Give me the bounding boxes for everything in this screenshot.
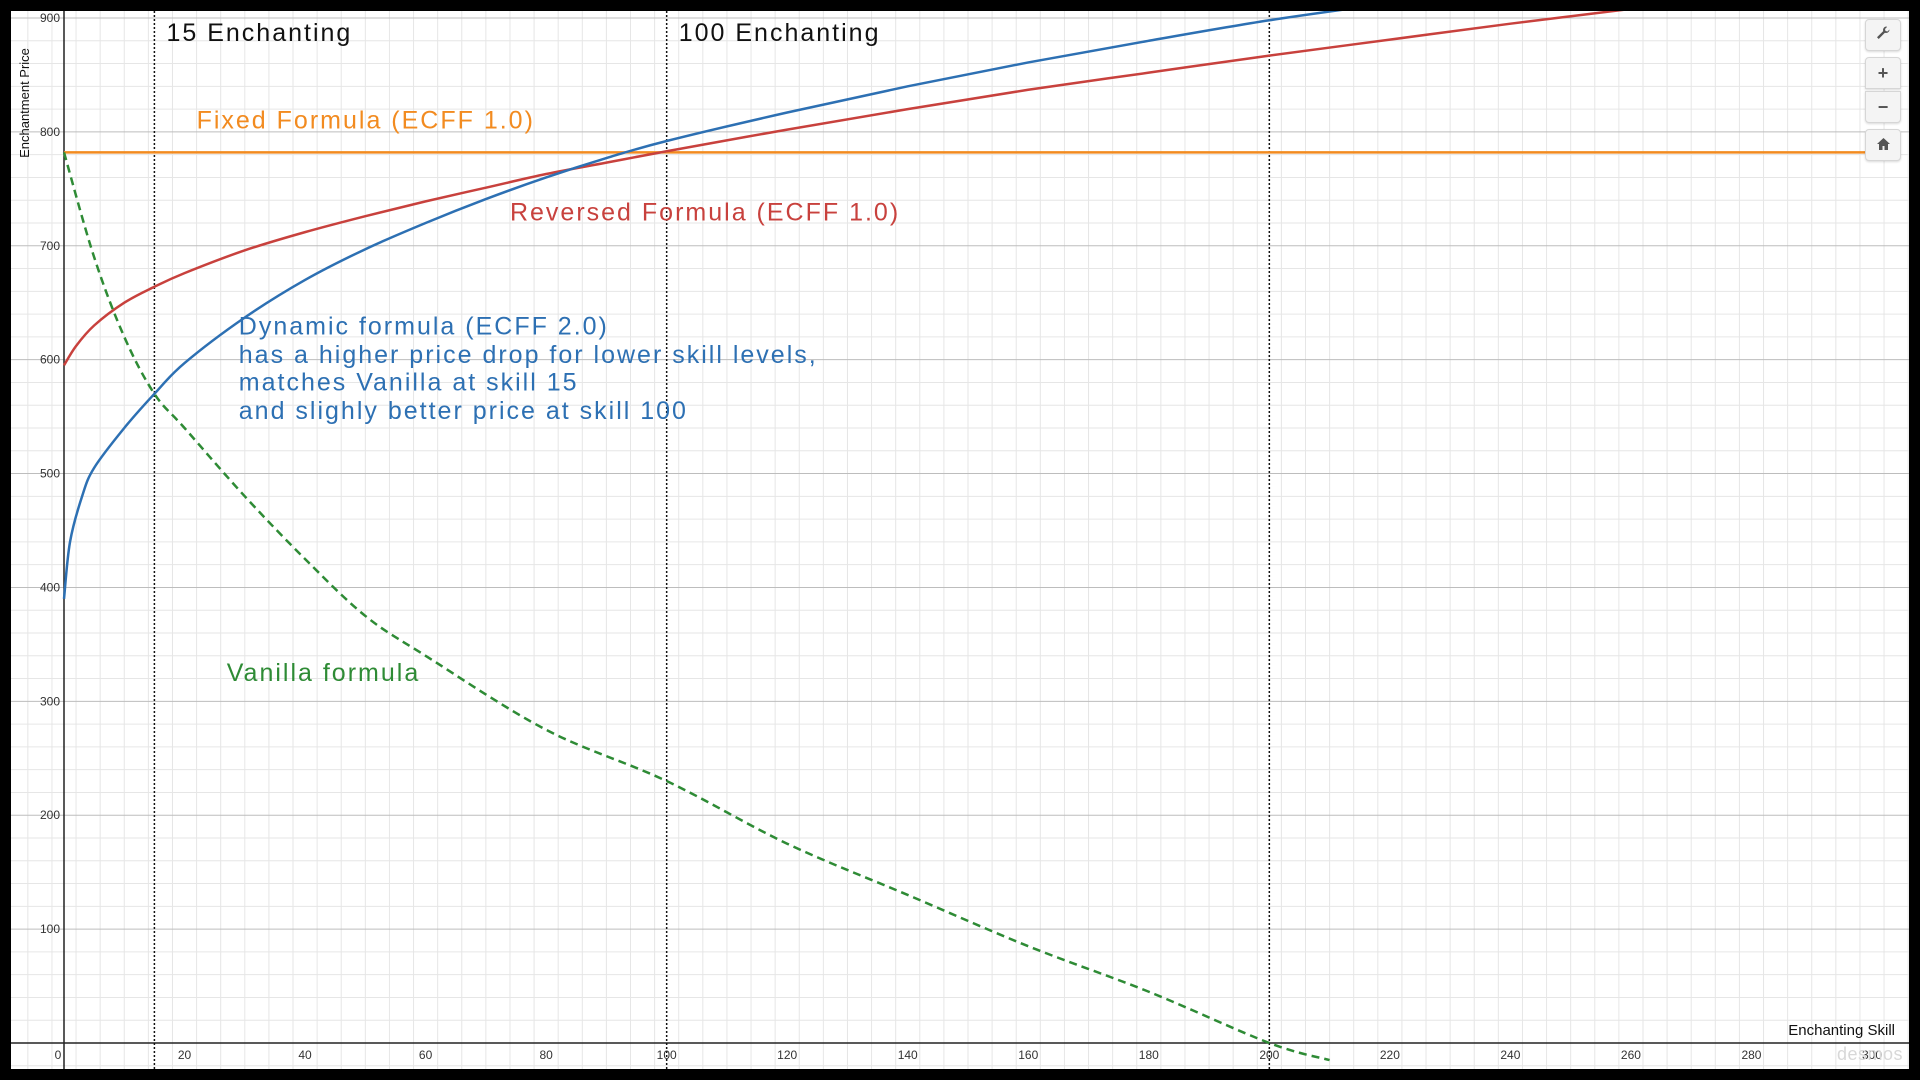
- series-vanilla-line: [62, 152, 1330, 1062]
- home-button[interactable]: [1865, 129, 1901, 161]
- wrench-icon: [1875, 25, 1891, 46]
- y-tick-label: 600: [40, 353, 60, 367]
- zoom-out-button[interactable]: −: [1865, 91, 1901, 123]
- annotation-dyn1: Dynamic formula (ECFF 2.0): [239, 313, 609, 341]
- y-tick-label: 500: [40, 467, 60, 481]
- y-tick-label: 700: [40, 239, 60, 253]
- y-tick-label: 400: [40, 580, 60, 594]
- annotation-vanilla: Vanilla formula: [227, 659, 421, 687]
- reference-lines: [153, 11, 1271, 1069]
- x-tick-label: 200: [1259, 1048, 1279, 1062]
- annotation-dyn2: has a higher price drop for lower skill …: [239, 341, 818, 369]
- x-tick-label: 140: [898, 1048, 918, 1062]
- x-tick-label: 60: [419, 1048, 433, 1062]
- x-tick-label: 280: [1741, 1048, 1761, 1062]
- major-grid: [11, 17, 1909, 1044]
- tick-labels: 0 20 40 60 80 100 120 140 160 180 200 220 240 260 280 3…: [40, 11, 1882, 1062]
- x-tick-label: 0: [55, 1048, 62, 1062]
- y-axis-label: Enchantment Price: [17, 48, 32, 158]
- x-tick-label: 20: [178, 1048, 192, 1062]
- graph-toolbar: + −: [1865, 19, 1901, 161]
- annotation-reversed: Reversed Formula (ECFF 1.0): [510, 199, 900, 227]
- y-tick-label: 300: [40, 694, 60, 708]
- x-tick-label: 100: [657, 1048, 677, 1062]
- x-tick-label: 120: [777, 1048, 797, 1062]
- annotation-fixed: Fixed Formula (ECFF 1.0): [197, 106, 535, 134]
- annotations: 15 Enchanting 100 Enchanting Fixed Formula…: [166, 19, 900, 687]
- x-tick-label: 260: [1621, 1048, 1641, 1062]
- x-tick-label: 40: [298, 1048, 312, 1062]
- y-tick-label: 800: [40, 125, 60, 139]
- minor-grid: [11, 11, 1909, 1069]
- zoom-controls: + −: [1865, 57, 1901, 123]
- x-tick-label: 240: [1500, 1048, 1520, 1062]
- annotation-100: 100 Enchanting: [679, 19, 881, 47]
- settings-button[interactable]: [1865, 19, 1901, 51]
- home-icon: [1876, 135, 1891, 156]
- x-tick-label: 80: [539, 1048, 553, 1062]
- chart[interactable]: 0 20 40 60 80 100 120 140 160 180 200 220 240 260 280 3…: [11, 11, 1909, 1069]
- x-tick-label: 220: [1380, 1048, 1400, 1062]
- watermark: desmos: [1836, 1044, 1903, 1064]
- y-tick-label: 100: [40, 922, 60, 936]
- zoom-in-button[interactable]: +: [1865, 57, 1901, 89]
- annotation-15: 15 Enchanting: [166, 19, 352, 47]
- x-tick-label: 160: [1018, 1048, 1038, 1062]
- annotation-dyn3: matches Vanilla at skill 15: [239, 368, 579, 396]
- y-tick-label: 900: [40, 11, 60, 25]
- axes: [11, 11, 1909, 1069]
- annotation-dyn4: and slighly better price at skill 100: [239, 397, 688, 425]
- graph-frame: 0 20 40 60 80 100 120 140 160 180 200 220 240 260 280 3…: [11, 11, 1909, 1069]
- x-axis-label: Enchanting Skill: [1788, 1022, 1895, 1039]
- x-tick-label: 180: [1139, 1048, 1159, 1062]
- y-tick-label: 200: [40, 808, 60, 822]
